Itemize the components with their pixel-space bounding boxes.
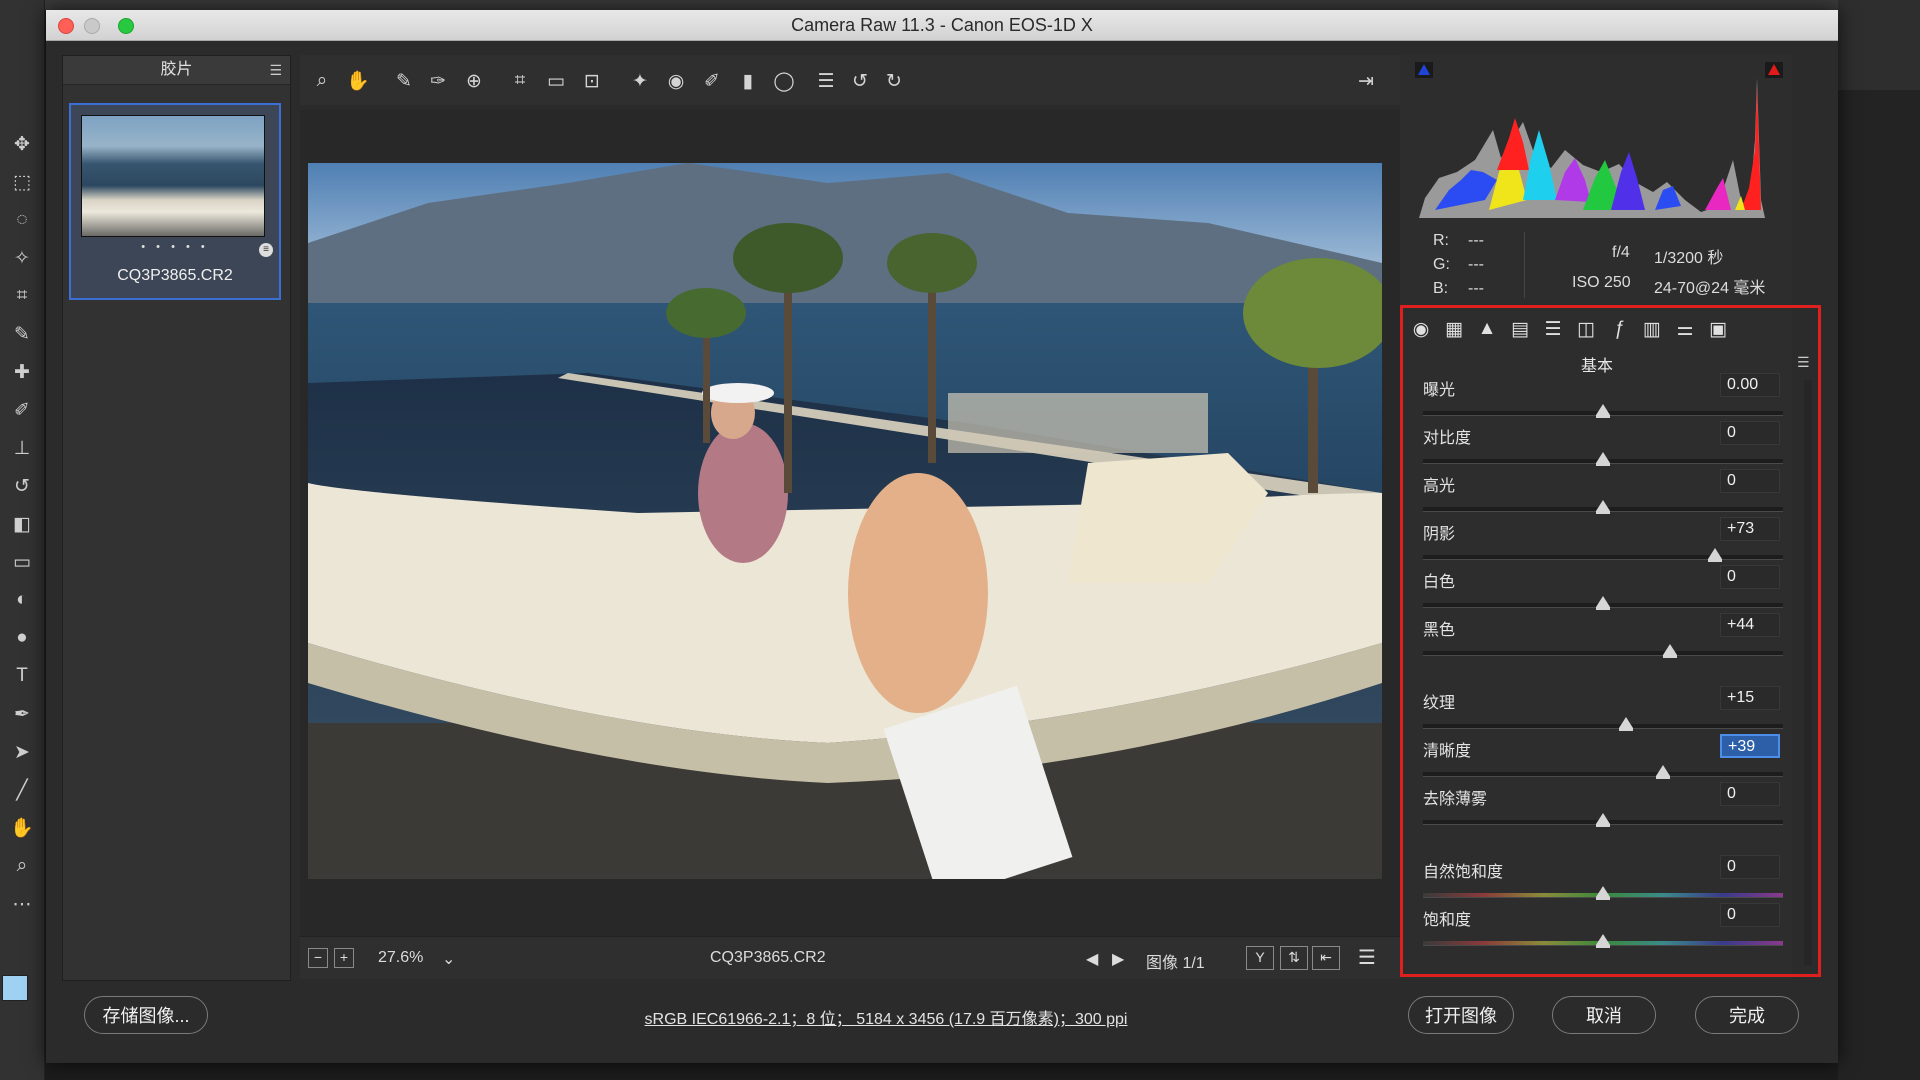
open-image-button[interactable]: 打开图像 <box>1408 996 1514 1034</box>
image-count: 图像 1/1 <box>1146 955 1205 972</box>
history-brush-icon[interactable]: ↺ <box>8 472 36 500</box>
dialog-title: Camera Raw 11.3 - Canon EOS-1D X <box>791 15 1093 35</box>
highlight-box <box>1400 305 1821 977</box>
camera-raw-toolbar: ⌕ ✋ ✎ ✑ ⊕ ⌗ ▭ ⊡ ✦ ◉ ✐ ▮ ◯ ☰ ↺ ↻ ⇥ <box>300 55 1441 105</box>
done-button[interactable]: 完成 <box>1695 996 1799 1034</box>
marquee-tool-icon[interactable]: ⬚ <box>8 168 36 196</box>
photoshop-right-dock-header <box>1838 0 1920 90</box>
preview-status-bar: − + 27.6% ⌄ CQ3P3865.CR2 ◀ ▶ 图像 1/1 Y ⇅ … <box>300 936 1441 979</box>
zoom-out-button[interactable]: − <box>308 948 328 968</box>
iso: ISO 250 <box>1572 274 1631 291</box>
preview-photo[interactable] <box>308 163 1382 879</box>
thumbnail-filename: CQ3P3865.CR2 <box>117 267 233 284</box>
previous-image-button[interactable]: ◀ <box>1086 949 1098 969</box>
zoom-dropdown-chevron-icon[interactable]: ⌄ <box>442 949 455 969</box>
red-eye-tool-icon[interactable]: ◉ <box>662 67 690 95</box>
type-tool-icon[interactable]: T <box>8 662 36 690</box>
healing-tool-icon[interactable]: ✚ <box>8 358 36 386</box>
photo-image <box>308 163 1382 879</box>
r-label: R: <box>1433 232 1449 249</box>
photoshop-toolbar: ✥ ⬚ ◌ ✧ ⌗ ✎ ✚ ✐ ⊥ ↺ ◧ ▭ ◐ ● T ✒ ➤ ╱ ✋ ⌕ … <box>0 0 45 1080</box>
eyedropper-tool-icon[interactable]: ✎ <box>8 320 36 348</box>
gradient-tool-icon[interactable]: ▭ <box>8 548 36 576</box>
status-filename: CQ3P3865.CR2 <box>710 949 826 966</box>
histogram-graph <box>1415 62 1783 218</box>
save-image-button[interactable]: 存储图像... <box>84 996 208 1034</box>
g-value: --- <box>1468 256 1484 273</box>
targeted-adjustment-tool-icon[interactable]: ⊕ <box>460 67 488 95</box>
workflow-options-link[interactable]: sRGB IEC61966-2.1；8 位； 5184 x 3456 (17.9… <box>626 1005 1146 1029</box>
zoom-level[interactable]: 27.6% <box>378 949 423 967</box>
foreground-color-swatch[interactable] <box>2 975 28 1001</box>
more-tools-icon[interactable]: ⋯ <box>8 890 36 918</box>
swap-before-after-icon[interactable]: ⇅ <box>1280 946 1308 970</box>
line-tool-icon[interactable]: ╱ <box>8 776 36 804</box>
white-balance-tool-icon[interactable]: ✎ <box>390 67 418 95</box>
histogram <box>1405 60 1815 225</box>
toggle-fullscreen-icon[interactable]: ⇥ <box>1352 67 1380 95</box>
path-select-icon[interactable]: ➤ <box>8 738 36 766</box>
copy-settings-icon[interactable]: ⇤ <box>1312 946 1340 970</box>
thumbnail-rating[interactable]: • • • • • <box>71 241 279 253</box>
photoshop-top-bar <box>0 0 1920 10</box>
lasso-tool-icon[interactable]: ◌ <box>8 206 36 234</box>
next-image-button[interactable]: ▶ <box>1112 949 1124 969</box>
rotate-left-icon[interactable]: ↺ <box>846 67 874 95</box>
g-label: G: <box>1433 256 1450 273</box>
view-mode-icon[interactable]: Y <box>1246 946 1274 970</box>
stamp-tool-icon[interactable]: ⊥ <box>8 434 36 462</box>
move-tool-icon[interactable]: ✥ <box>8 130 36 158</box>
metadata-divider <box>1524 232 1525 298</box>
hand-tool-icon[interactable]: ✋ <box>344 67 372 95</box>
radial-filter-icon[interactable]: ◯ <box>770 67 798 95</box>
crop-tool-icon[interactable]: ⌗ <box>8 282 36 310</box>
b-label: B: <box>1433 280 1449 297</box>
filmstrip-header: 胶片 <box>63 56 290 85</box>
thumbnail-image <box>81 115 265 237</box>
shutter-speed: 1/3200 秒 <box>1654 250 1724 267</box>
zoom-in-button[interactable]: + <box>334 948 354 968</box>
rotate-right-icon[interactable]: ↻ <box>880 67 908 95</box>
straighten-tool-icon[interactable]: ▭ <box>542 67 570 95</box>
adjustments-badge-icon: ≡ <box>259 243 273 257</box>
r-value: --- <box>1468 232 1484 249</box>
magic-wand-icon[interactable]: ✧ <box>8 244 36 272</box>
cancel-button[interactable]: 取消 <box>1552 996 1656 1034</box>
filmstrip-menu-icon[interactable]: ☰ <box>269 62 282 79</box>
pen-tool-icon[interactable]: ✒ <box>8 700 36 728</box>
aperture: f/4 <box>1612 244 1630 261</box>
b-value: --- <box>1468 280 1484 297</box>
photoshop-right-dock <box>1838 0 1920 1080</box>
preview-settings-icon[interactable]: ☰ <box>1358 945 1376 970</box>
blur-tool-icon[interactable]: ◐ <box>8 586 36 614</box>
graduated-filter-icon[interactable]: ▮ <box>734 67 762 95</box>
color-sampler-tool-icon[interactable]: ✑ <box>424 67 452 95</box>
hand-tool-icon[interactable]: ✋ <box>8 814 36 842</box>
zoom-tool-icon[interactable]: ⌕ <box>8 852 36 880</box>
spot-removal-tool-icon[interactable]: ✦ <box>626 67 654 95</box>
adjustment-brush-icon[interactable]: ✐ <box>698 67 726 95</box>
eraser-tool-icon[interactable]: ◧ <box>8 510 36 538</box>
transform-tool-icon[interactable]: ⊡ <box>578 67 606 95</box>
title-bar: Camera Raw 11.3 - Canon EOS-1D X <box>46 10 1838 41</box>
preferences-icon[interactable]: ☰ <box>812 67 840 95</box>
brush-tool-icon[interactable]: ✐ <box>8 396 36 424</box>
crop-tool-icon[interactable]: ⌗ <box>506 67 534 95</box>
dodge-tool-icon[interactable]: ● <box>8 624 36 652</box>
zoom-tool-icon[interactable]: ⌕ <box>308 67 336 95</box>
filmstrip-thumbnail[interactable]: • • • • • ≡ CQ3P3865.CR2 <box>69 103 281 300</box>
filmstrip-panel: 胶片 ☰ • • • • • ≡ CQ3P3865.CR2 <box>62 55 291 981</box>
lens: 24-70@24 毫米 <box>1654 280 1766 297</box>
